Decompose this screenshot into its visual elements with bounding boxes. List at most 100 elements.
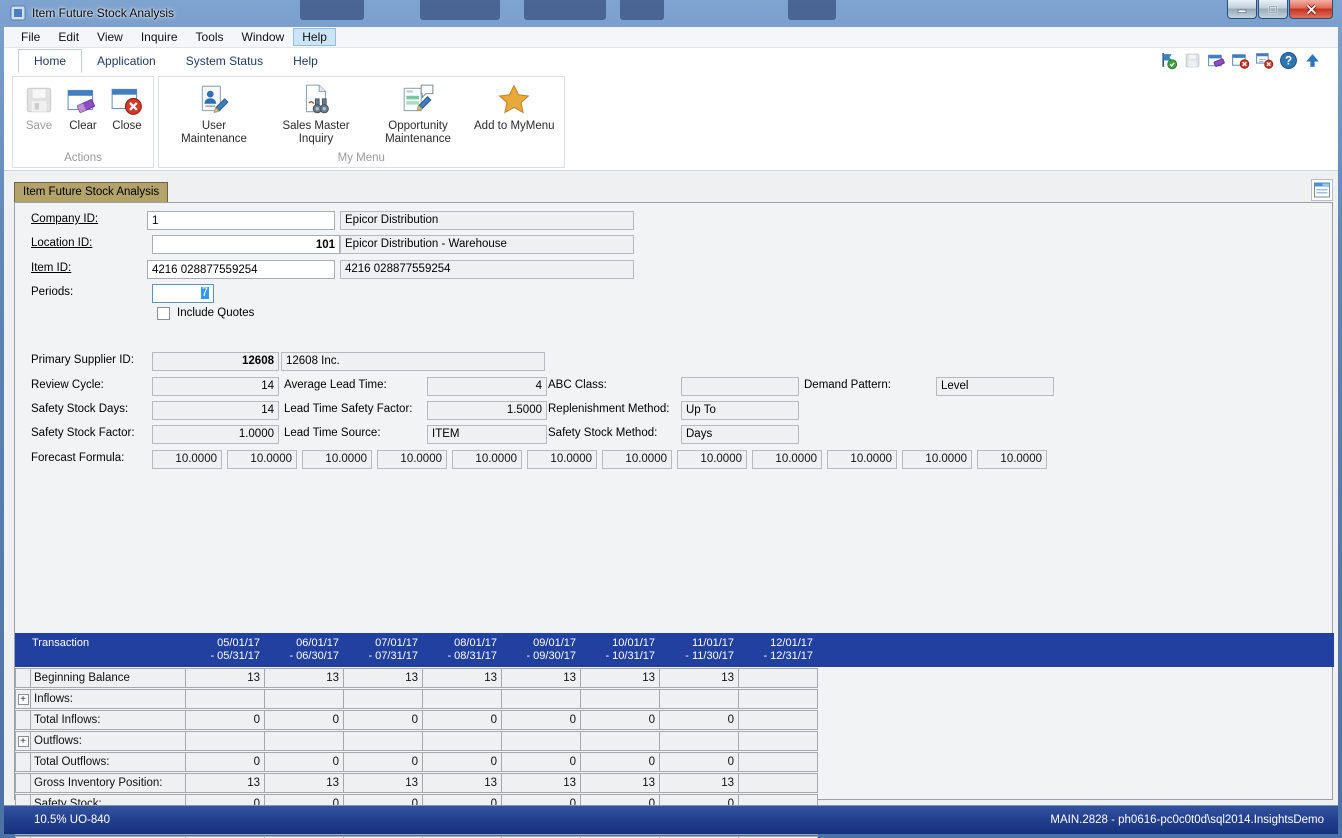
add-to-mymenu-button[interactable]: Add to MyMenu <box>469 81 560 135</box>
close-small-icon[interactable] <box>1231 51 1250 70</box>
menu-file[interactable]: File <box>12 28 49 46</box>
ribbon-tabrow: HomeApplicationSystem StatusHelp ? <box>4 48 1338 74</box>
forecast-formula-value-2: 10.0000 <box>227 450 297 469</box>
safety-stock-factor-value: 1.0000 <box>152 425 279 444</box>
analysis-panel: Company ID: Epicor Distribution Location… <box>14 202 1333 800</box>
user-maintenance-button[interactable]: User Maintenance <box>163 81 265 148</box>
clear-icon <box>66 83 100 117</box>
safety-stock-days-label: Safety Stock Days: <box>31 403 128 415</box>
panel-layout-icon[interactable] <box>1311 179 1333 201</box>
grid-cell-r1-c1: 13 <box>185 668 265 688</box>
row-selector[interactable]: + <box>15 731 31 751</box>
forecast-formula-value-9: 10.0000 <box>752 450 822 469</box>
safety-stock-factor-label: Safety Stock Factor: <box>31 427 135 439</box>
grid-cell-r6-c5: 13 <box>501 773 581 793</box>
lead-time-source-value: ITEM <box>427 425 547 444</box>
include-quotes-label: Include Quotes <box>177 307 254 319</box>
safety-stock-days-value: 14 <box>152 401 279 420</box>
app-body: FileEditViewInquireToolsWindowHelp HomeA… <box>4 27 1338 834</box>
grid-header-period-2: 06/01/17- 06/30/17 <box>265 633 344 667</box>
item-id-label[interactable]: Item ID: <box>31 262 71 274</box>
row-label: Inflows: <box>30 689 186 709</box>
menu-edit[interactable]: Edit <box>49 28 88 46</box>
sales-master-inquiry-button[interactable]: Sales Master Inquiry <box>265 81 367 148</box>
titlebar[interactable]: Item Future Stock Analysis <box>0 0 1342 27</box>
location-id-input[interactable] <box>152 235 340 254</box>
item-id-input[interactable] <box>147 260 335 279</box>
grid-cell-r6-c6: 13 <box>580 773 660 793</box>
clear-button[interactable]: Clear <box>61 81 105 135</box>
ribbon-tab-help[interactable]: Help <box>278 50 333 72</box>
location-id-label[interactable]: Location ID: <box>31 237 92 249</box>
grid-cell-r1-c5: 13 <box>501 668 581 688</box>
save-small-icon[interactable] <box>1183 51 1202 70</box>
grid-cell-r3-c8 <box>738 710 818 730</box>
close-all-icon[interactable] <box>1255 51 1274 70</box>
grid-cell-r2-c6 <box>580 689 660 709</box>
help-icon[interactable]: ? <box>1279 51 1298 70</box>
expand-row-icon[interactable]: + <box>18 694 29 705</box>
average-lead-time-value: 4 <box>427 377 547 396</box>
periods-input[interactable]: 7 <box>152 284 214 303</box>
statusbar: 10.5% UO-840 MAIN.2828 - ph0616-pc0c0t0d… <box>4 805 1338 834</box>
grid-cell-r2-c3 <box>343 689 423 709</box>
menu-inquire[interactable]: Inquire <box>132 28 187 46</box>
forecast-formula-value-12: 10.0000 <box>977 450 1047 469</box>
row-label: Total Inflows: <box>30 710 186 730</box>
lead-time-safety-factor-label: Lead Time Safety Factor: <box>284 403 412 415</box>
sales-master-inquiry-icon <box>299 83 333 117</box>
grid-row-total-inflows: Total Inflows:0000000 <box>15 710 1334 730</box>
row-selector <box>15 752 31 772</box>
menu-help[interactable]: Help <box>293 28 336 46</box>
row-selector[interactable]: + <box>15 689 31 709</box>
ribbon-tab-home[interactable]: Home <box>18 49 82 73</box>
close-button[interactable]: Close <box>105 81 149 135</box>
forecast-formula-value-5: 10.0000 <box>452 450 522 469</box>
ribbon-group-my-menu: User MaintenanceSales Master InquiryOppo… <box>158 76 565 168</box>
app-icon <box>10 5 26 21</box>
grid-cell-r3-c6: 0 <box>580 710 660 730</box>
row-label: Total Outflows: <box>30 752 186 772</box>
grid-row-outflows: +Outflows: <box>15 731 1334 751</box>
grid-cell-r3-c1: 0 <box>185 710 265 730</box>
ribbon-group-label: Actions <box>13 152 153 167</box>
grid-header-transaction: Transaction <box>15 633 186 667</box>
button-label: Sales Master Inquiry <box>270 120 362 146</box>
close-window-button[interactable] <box>1289 0 1333 19</box>
button-label: Clear <box>69 120 96 133</box>
background-window-fragment <box>620 0 664 20</box>
button-label: Save <box>26 120 52 133</box>
grid-cell-r1-c4: 13 <box>422 668 502 688</box>
ribbon-tab-system-status[interactable]: System Status <box>171 50 278 72</box>
document-tab[interactable]: Item Future Stock Analysis <box>14 182 168 202</box>
grid-cell-r4-c4 <box>422 731 502 751</box>
company-id-input[interactable] <box>147 211 335 230</box>
include-quotes-checkbox[interactable] <box>157 307 170 320</box>
collapse-ribbon-icon[interactable] <box>1303 51 1322 70</box>
grid-cell-r5-c3: 0 <box>343 752 423 772</box>
replenishment-method-label: Replenishment Method: <box>548 403 669 415</box>
minimize-button[interactable] <box>1227 0 1257 19</box>
grid-header-period-8: 12/01/17- 12/31/17 <box>739 633 818 667</box>
grid-cell-r4-c1 <box>185 731 265 751</box>
opportunity-maintenance-button[interactable]: Opportunity Maintenance <box>367 81 469 148</box>
location-description: Epicor Distribution - Warehouse <box>340 235 634 254</box>
flag-check-icon[interactable] <box>1159 51 1178 70</box>
lead-time-source-label: Lead Time Source: <box>284 427 381 439</box>
restore-button[interactable] <box>1258 0 1288 19</box>
save-button[interactable]: Save <box>17 81 61 135</box>
clear-small-icon[interactable] <box>1207 51 1226 70</box>
item-description: 4216 028877559254 <box>340 260 634 279</box>
ribbon-tab-application[interactable]: Application <box>82 50 171 72</box>
company-description: Epicor Distribution <box>340 211 634 230</box>
ribbon: Save Clear Close Actions User MaintenanceSal… <box>4 74 1338 171</box>
background-window-fragment <box>420 0 500 20</box>
menu-view[interactable]: View <box>88 28 132 46</box>
menu-tools[interactable]: Tools <box>187 28 233 46</box>
ribbon-group-label: My Menu <box>159 152 564 167</box>
grid-header-filler <box>818 633 1334 667</box>
primary-supplier-value: 12608 <box>152 352 279 371</box>
company-id-label[interactable]: Company ID: <box>31 213 98 225</box>
menu-window[interactable]: Window <box>233 28 294 46</box>
expand-row-icon[interactable]: + <box>18 736 29 747</box>
